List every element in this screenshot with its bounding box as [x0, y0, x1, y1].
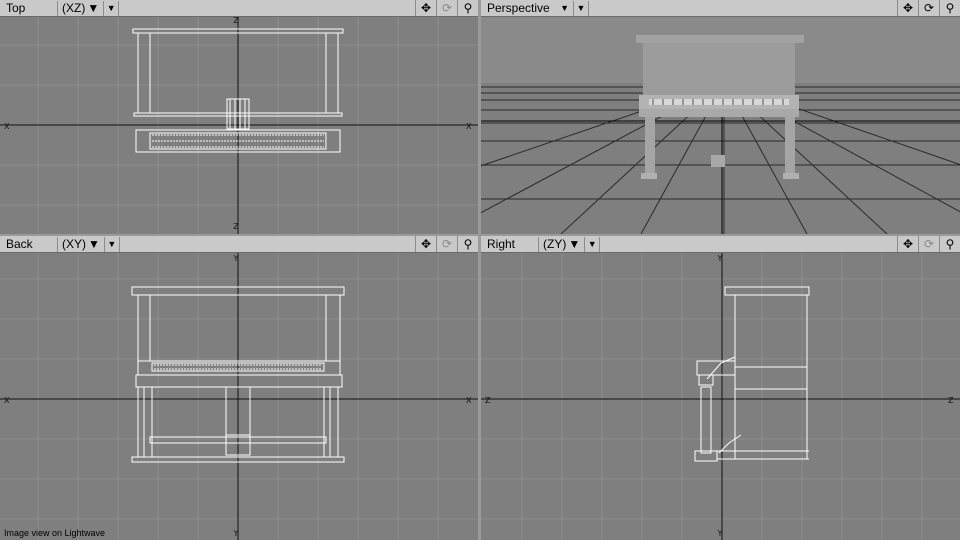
axis-label-z-neg: Z [233, 222, 239, 231]
viewport-canvas[interactable]: Y Y Z Z [481, 253, 960, 540]
rotate-icon[interactable]: ⟳ [436, 236, 457, 252]
axis-label-y: Y [717, 254, 723, 263]
viewport-menu-button[interactable]: ▼ [584, 236, 601, 252]
chevron-down-icon: ▼ [560, 2, 569, 13]
viewport-canvas[interactable]: Z Z X X [0, 17, 478, 234]
axis-label-x: X [466, 122, 472, 131]
viewport-canvas[interactable]: Y Y X X [0, 253, 478, 540]
magnifier-icon[interactable]: ⚲ [939, 236, 960, 252]
axis-label-x-neg: X [4, 122, 10, 131]
magnifier-icon[interactable]: ⚲ [457, 0, 478, 16]
axis-dropdown[interactable]: (ZY) ▼ [539, 237, 584, 252]
rotate-icon[interactable]: ⟳ [436, 0, 457, 16]
piano-wireframe [694, 286, 810, 462]
axis-label-x-neg: X [466, 396, 472, 405]
viewport-header: Back (XY) ▼ ▼ ✥ ⟳ ⚲ [0, 236, 478, 253]
chevron-down-icon: ▼ [107, 239, 117, 249]
move-arrows-icon[interactable]: ✥ [415, 236, 436, 252]
chevron-down-icon: ▼ [587, 239, 597, 249]
view-type-dropdown[interactable]: Perspective ▼ [481, 1, 573, 16]
viewport-top[interactable]: Top (XZ) ▼ ▼ ✥ ⟳ ⚲ Z Z X X [0, 0, 478, 234]
axis-label-z: Z [485, 396, 491, 405]
viewport-right[interactable]: Right (ZY) ▼ ▼ ✥ ⟳ ⚲ Y Y Z Z [481, 236, 960, 540]
move-arrows-icon[interactable]: ✥ [897, 236, 918, 252]
chevron-down-icon: ▼ [576, 3, 586, 13]
move-arrows-icon[interactable]: ✥ [415, 0, 436, 16]
chevron-down-icon: ▼ [568, 236, 581, 251]
move-arrows-icon[interactable]: ✥ [897, 0, 918, 16]
axis-dropdown[interactable]: (XZ) ▼ [58, 1, 103, 16]
caption: Image view on Lightwave [4, 528, 106, 538]
viewport-header: Top (XZ) ▼ ▼ ✥ ⟳ ⚲ [0, 0, 478, 17]
viewport-header: Perspective ▼ ▼ ✥ ⟳ ⚲ [481, 0, 960, 17]
view-type-dropdown[interactable]: Top [0, 0, 58, 16]
viewport-menu-button[interactable]: ▼ [103, 236, 120, 252]
axis-label-y-neg: Y [717, 529, 723, 538]
viewport-perspective[interactable]: Perspective ▼ ▼ ✥ ⟳ ⚲ [481, 0, 960, 234]
magnifier-icon[interactable]: ⚲ [457, 236, 478, 252]
viewport-canvas[interactable] [481, 17, 960, 234]
viewport-menu-button[interactable]: ▼ [573, 0, 589, 16]
magnifier-icon[interactable]: ⚲ [939, 0, 960, 16]
axis-label-z-neg: Z [948, 396, 954, 405]
chevron-down-icon: ▼ [88, 236, 100, 251]
rotate-icon[interactable]: ⟳ [918, 236, 939, 252]
view-type-dropdown[interactable]: Back [0, 236, 58, 252]
viewport-menu-button[interactable]: ▼ [103, 0, 120, 16]
viewport-header: Right (ZY) ▼ ▼ ✥ ⟳ ⚲ [481, 236, 960, 253]
chevron-down-icon: ▼ [106, 3, 116, 13]
rotate-icon[interactable]: ⟳ [918, 0, 939, 16]
view-type-dropdown[interactable]: Right [481, 236, 539, 252]
chevron-down-icon: ▼ [87, 0, 100, 15]
axis-label-z: Z [233, 17, 239, 25]
piano-render [636, 35, 804, 179]
axis-label-y: Y [233, 254, 239, 263]
axis-label-x: X [4, 396, 10, 405]
axis-dropdown[interactable]: (XY) ▼ [58, 237, 104, 252]
viewport-back[interactable]: Back (XY) ▼ ▼ ✥ ⟳ ⚲ Y Y X X Image view o… [0, 236, 478, 540]
axis-label-y-neg: Y [233, 529, 239, 538]
